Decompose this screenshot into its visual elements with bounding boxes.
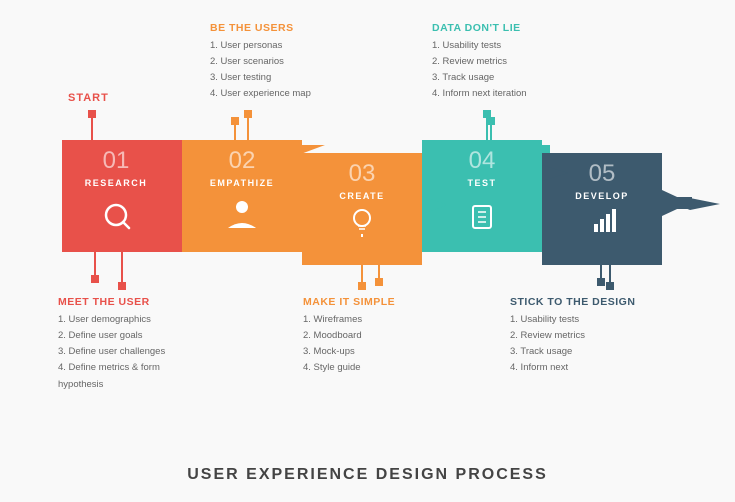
annotation-be-users-title: BE THE USERS xyxy=(210,22,348,34)
annotation-data-item-3: 3. Track usage xyxy=(432,70,577,86)
annotation-meet-item-3: 3. Define user challenges xyxy=(58,344,198,360)
annotation-data-dont-lie: DATA DON'T LIE 1. Usability tests 2. Rev… xyxy=(432,22,577,103)
svg-text:01: 01 xyxy=(103,147,130,174)
annotation-simple-item-4: 4. Style guide xyxy=(303,360,423,376)
annotation-stick-item-2: 2. Review metrics xyxy=(510,328,660,344)
annotation-be-the-users: BE THE USERS 1. User personas 2. User sc… xyxy=(210,22,348,103)
svg-text:DEVELOP: DEVELOP xyxy=(575,191,629,201)
annotation-data-item-1: 1. Usability tests xyxy=(432,38,577,54)
annotation-meet-item-1: 1. User demographics xyxy=(58,312,198,328)
svg-text:TEST: TEST xyxy=(467,178,496,188)
annotation-be-users-item-2: 2. User scenarios xyxy=(210,54,348,70)
annotation-simple-item-1: 1. Wireframes xyxy=(303,312,423,328)
annotation-simple-item-3: 3. Mock-ups xyxy=(303,344,423,360)
annotation-meet-title: MEET THE USER xyxy=(58,296,198,308)
main-title: USER EXPERIENCE DESIGN PROCESS xyxy=(187,466,548,484)
annotation-meet-the-user: MEET THE USER 1. User demographics 2. De… xyxy=(58,296,198,393)
svg-text:03: 03 xyxy=(349,160,376,187)
svg-text:EMPATHIZE: EMPATHIZE xyxy=(210,178,274,188)
annotation-data-title: DATA DON'T LIE xyxy=(432,22,577,34)
annotation-data-item-4: 4. Inform next iteration xyxy=(432,86,577,102)
annotation-stick-item-3: 3. Track usage xyxy=(510,344,660,360)
annotation-be-users-item-3: 3. User testing xyxy=(210,70,348,86)
annotation-meet-item-2: 2. Define user goals xyxy=(58,328,198,344)
annotation-simple-title: MAKE IT SIMPLE xyxy=(303,296,423,308)
svg-text:04: 04 xyxy=(469,147,496,174)
svg-text:RESEARCH: RESEARCH xyxy=(85,178,148,188)
annotation-simple-item-2: 2. Moodboard xyxy=(303,328,423,344)
annotation-stick-item-4: 4. Inform next xyxy=(510,360,660,376)
annotation-stick-item-1: 1. Usability tests xyxy=(510,312,660,328)
annotation-meet-item-4: 4. Define metrics & form hypothesis xyxy=(58,360,198,392)
svg-text:02: 02 xyxy=(229,147,256,174)
annotation-stick-title: STICK TO THE DESIGN xyxy=(510,296,660,308)
infographic: 01 02 03 04 05 RESEARCH EMPATHIZE CREATE… xyxy=(0,0,735,502)
svg-text:CREATE: CREATE xyxy=(339,191,384,201)
annotation-make-it-simple: MAKE IT SIMPLE 1. Wireframes 2. Moodboar… xyxy=(303,296,423,377)
main-flow: 01 02 03 04 05 RESEARCH EMPATHIZE CREATE… xyxy=(0,0,735,502)
svg-text:05: 05 xyxy=(589,160,616,187)
annotation-data-item-2: 2. Review metrics xyxy=(432,54,577,70)
annotation-be-users-item-4: 4. User experience map xyxy=(210,86,348,102)
start-label: START xyxy=(68,92,109,104)
annotation-be-users-item-1: 1. User personas xyxy=(210,38,348,54)
annotation-stick-to-design: STICK TO THE DESIGN 1. Usability tests 2… xyxy=(510,296,660,377)
